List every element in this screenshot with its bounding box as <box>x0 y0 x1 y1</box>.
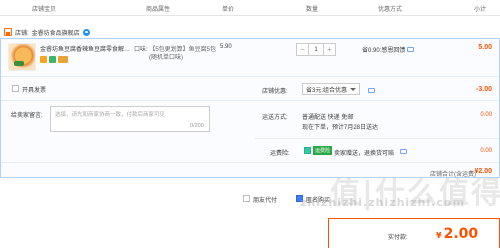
friend-pay-label: 朋友代付 <box>253 198 278 204</box>
shipping-fee: 0.00 <box>480 112 492 118</box>
badge-icon <box>40 56 47 63</box>
insurance-checkbox[interactable] <box>304 147 311 154</box>
insurance-tag: 运费险 <box>313 146 333 155</box>
payment-label: 实付款: <box>388 235 408 241</box>
wangwang-chat-icon[interactable] <box>82 28 90 36</box>
product-attribute-sub: (随机单口味) <box>149 55 183 61</box>
shipping-label: 运送方式: <box>262 115 288 121</box>
payment-value: 2.00 <box>443 226 479 242</box>
shop-discount-selected: 省3元:组合优惠 <box>306 87 348 94</box>
payment-currency: ¥ <box>436 231 442 240</box>
message-label: 给卖家留言: <box>11 113 43 119</box>
invoice-label: 开具发票 <box>22 88 47 94</box>
header-promo: 优惠方式 <box>378 7 403 13</box>
quantity-plus-button[interactable]: + <box>324 44 335 55</box>
shop-discount-label: 店铺优惠: <box>262 89 288 95</box>
divider <box>1 162 499 163</box>
badge-icon <box>58 56 68 63</box>
shop-line: 店铺: 金睿坊食品旗舰店 <box>4 27 90 37</box>
friend-pay-checkbox[interactable] <box>243 195 250 202</box>
header-shop-items: 店铺宝贝 <box>32 7 57 13</box>
shipping-method: 普通配送 快递 免邮 <box>302 115 354 121</box>
discount-info-icon[interactable] <box>368 88 375 93</box>
shop-discount-select[interactable]: 省3元:组合优惠 <box>302 83 360 95</box>
shop-discount-amount: -3.00 <box>476 86 492 93</box>
header-price: 单价 <box>222 7 235 13</box>
chevron-down-icon <box>350 88 356 91</box>
product-thumbnail[interactable] <box>8 43 36 71</box>
insurance-info-icon[interactable] <box>400 149 407 154</box>
item-subtotal: 5.00 <box>478 44 492 51</box>
payment-amount: ¥2.00 <box>436 226 478 242</box>
shop-label: 店铺: <box>15 30 29 37</box>
quantity-input[interactable]: 1 <box>308 44 324 55</box>
promo-text: 省0.90:感恩回馈 <box>362 48 406 54</box>
info-icon[interactable] <box>407 47 415 52</box>
message-char-count: 0/200 <box>190 123 204 129</box>
column-header: 店铺宝贝 商品属性 单价 数量 优惠方式 小计 <box>0 0 500 16</box>
insurance-label: 运费险: <box>270 151 290 157</box>
shop-name-link[interactable]: 金睿坊食品旗舰店 <box>32 28 80 37</box>
watermark-url: zhizhizhi.zhizhizhi.com <box>300 196 465 209</box>
divider <box>1 76 499 77</box>
message-textarea[interactable]: 选填，请先和商家协商一致，付款后商家可见 <box>50 106 210 132</box>
divider <box>1 100 499 101</box>
promo-info: 省0.90:感恩回馈 <box>362 45 415 54</box>
divider <box>255 138 499 139</box>
shipping-eta: 现在下单，预计7月28日送达 <box>302 125 379 131</box>
header-subtotal: 小计 <box>474 7 487 13</box>
product-title-link[interactable]: 金睿坊鱼豆腐香辣鱼豆腐零食解… <box>40 44 132 53</box>
quantity-stepper: − 1 + <box>296 43 336 56</box>
unit-price: 5.90 <box>220 44 232 50</box>
insurance-fee: 0.00 <box>480 148 492 154</box>
insurance-text: 卖家赠送，退换货可赔 <box>334 151 395 157</box>
header-quantity: 数量 <box>306 7 319 13</box>
shop-icon <box>4 28 12 36</box>
header-attributes: 商品属性 <box>146 7 171 13</box>
quantity-minus-button[interactable]: − <box>297 44 308 55</box>
service-badges <box>40 56 68 63</box>
badge-icon <box>49 56 56 63</box>
invoice-checkbox[interactable] <box>12 85 19 92</box>
